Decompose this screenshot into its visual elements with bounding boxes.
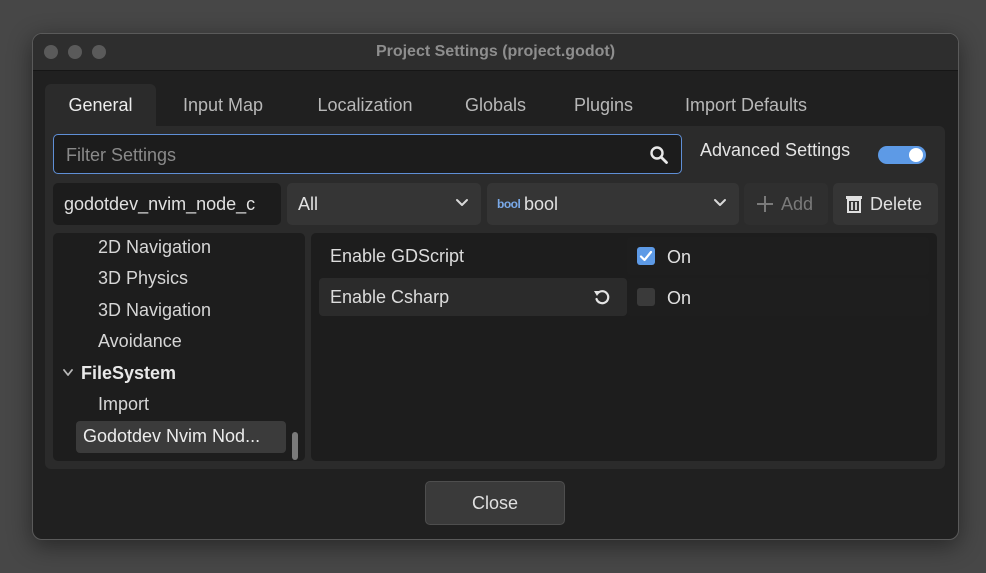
enable-csharp-checkbox[interactable] (637, 288, 655, 306)
property-name-label: Enable GDScript (330, 246, 465, 266)
plus-icon (757, 196, 773, 212)
scope-dropdown[interactable]: All (287, 183, 481, 225)
type-value: bool (524, 194, 559, 214)
tree-item-avoidance[interactable]: Avoidance (98, 331, 182, 352)
scope-value: All (298, 194, 319, 214)
revert-icon[interactable] (592, 287, 612, 307)
bool-type-icon: bool (497, 197, 521, 211)
checkbox-label: On (667, 247, 692, 267)
property-row-enable-csharp: Enable Csharp On (319, 278, 929, 316)
add-label: Add (781, 194, 814, 214)
tab-plugins[interactable]: Plugins (556, 84, 651, 126)
title-bar[interactable]: Project Settings (project.godot) (33, 34, 958, 71)
close-button[interactable]: Close (425, 481, 565, 525)
filter-settings-input[interactable] (64, 135, 628, 175)
tree-item-import[interactable]: Import (98, 394, 149, 415)
tab-bar: General Input Map Localization Globals P… (45, 84, 946, 126)
toggle-knob (909, 148, 923, 162)
tab-general[interactable]: General (45, 84, 156, 126)
delete-button[interactable]: Delete (833, 183, 938, 225)
enable-gdscript-checkbox[interactable] (637, 247, 655, 265)
checkbox-label: On (667, 288, 692, 308)
property-name-value: godotdev_nvim_node_c (64, 194, 256, 214)
chevron-down-icon (456, 199, 468, 206)
general-panel: Advanced Settings godotdev_nvim_node_c A… (45, 126, 945, 469)
delete-label: Delete (870, 194, 923, 214)
search-icon (650, 146, 668, 164)
tab-globals[interactable]: Globals (448, 84, 543, 126)
tab-input-map[interactable]: Input Map (162, 84, 284, 126)
project-settings-window: Project Settings (project.godot) General… (32, 33, 959, 540)
tab-import-defaults[interactable]: Import Defaults (665, 84, 827, 126)
type-dropdown[interactable]: bool bool (487, 183, 739, 225)
tree-item-2d-navigation[interactable]: 2D Navigation (98, 237, 211, 258)
window-title: Project Settings (project.godot) (375, 43, 616, 60)
chevron-down-icon (714, 199, 726, 206)
property-row-enable-gdscript: Enable GDScript On (319, 237, 929, 275)
property-value[interactable]: On (627, 237, 929, 275)
property-name-input[interactable]: godotdev_nvim_node_c (53, 183, 281, 225)
checkmark-icon (639, 250, 653, 262)
property-name-label: Enable Csharp (330, 287, 450, 307)
chevron-down-icon[interactable] (63, 369, 73, 377)
property-name: Enable GDScript (319, 237, 627, 275)
property-value[interactable]: On (627, 278, 929, 316)
advanced-settings-toggle[interactable] (878, 146, 926, 164)
tree-item-3d-navigation[interactable]: 3D Navigation (98, 300, 211, 321)
property-inspector: Enable GDScript On Enable Csharp On (311, 233, 937, 461)
tree-item-godotdev-nvim-node[interactable]: Godotdev Nvim Nod... (83, 426, 260, 447)
tree-item-filesystem[interactable]: FileSystem (81, 363, 176, 384)
filter-settings-field[interactable] (53, 134, 682, 175)
tab-localization[interactable]: Localization (295, 84, 435, 126)
add-button[interactable]: Add (744, 183, 828, 225)
tree-scrollbar[interactable] (292, 432, 298, 460)
trash-icon (846, 196, 862, 213)
settings-section-tree: 2D Navigation 3D Physics 3D Navigation A… (53, 233, 305, 461)
tree-item-3d-physics[interactable]: 3D Physics (98, 268, 188, 289)
advanced-settings-label: Advanced Settings (700, 140, 851, 160)
property-name: Enable Csharp (319, 278, 627, 316)
